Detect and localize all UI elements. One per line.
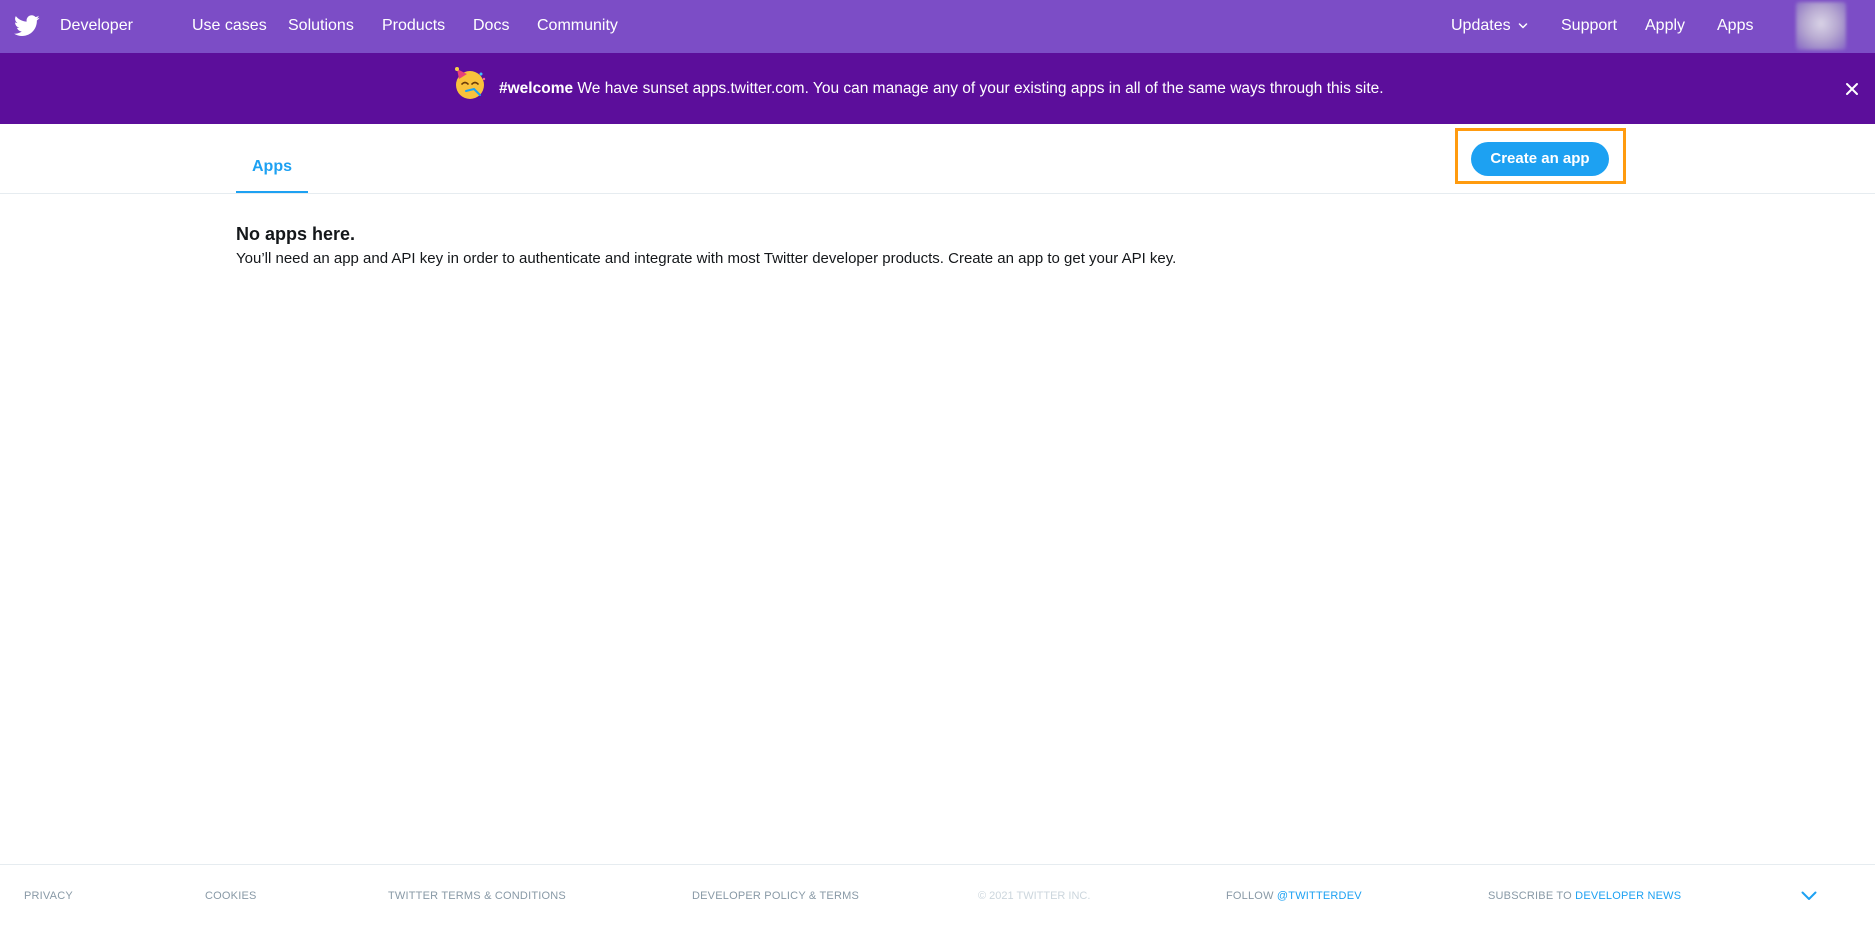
party-face-icon xyxy=(455,67,486,99)
nav-apply[interactable]: Apply xyxy=(1645,17,1685,35)
nav-updates[interactable]: Updates xyxy=(1451,17,1511,35)
footer-cookies[interactable]: Cookies xyxy=(205,890,257,902)
banner-message: #welcome We have sunset apps.twitter.com… xyxy=(499,80,1384,98)
nav-community[interactable]: Community xyxy=(537,17,618,35)
avatar[interactable] xyxy=(1796,2,1846,50)
brand-developer[interactable]: Developer xyxy=(60,17,133,35)
follow-prefix: Follow xyxy=(1226,890,1277,902)
tab-apps[interactable]: Apps xyxy=(236,158,308,193)
footer: Privacy Cookies Twitter Terms & Conditio… xyxy=(0,864,1875,925)
close-icon[interactable] xyxy=(1845,82,1859,96)
banner-text: We have sunset apps.twitter.com. You can… xyxy=(573,80,1384,97)
nav-apps[interactable]: Apps xyxy=(1717,17,1753,35)
nav-solutions[interactable]: Solutions xyxy=(288,17,354,35)
follow-twitterdev-link[interactable]: @TwitterDev xyxy=(1277,890,1362,902)
nav-use-cases[interactable]: Use cases xyxy=(192,17,267,35)
footer-copyright: © 2021 Twitter Inc. xyxy=(978,890,1091,902)
empty-state-title: No apps here. xyxy=(236,224,356,244)
nav-support[interactable]: Support xyxy=(1561,17,1617,35)
twitter-bird-icon[interactable] xyxy=(14,15,40,37)
chevron-down-icon[interactable] xyxy=(1518,22,1528,30)
create-app-button[interactable]: Create an app xyxy=(1471,142,1609,176)
chevron-down-icon[interactable] xyxy=(1801,891,1817,901)
banner-hashtag: #welcome xyxy=(499,80,574,97)
footer-developer-policy[interactable]: Developer Policy & Terms xyxy=(692,890,859,902)
subscribe-prefix: Subscribe to xyxy=(1488,890,1576,902)
nav-products[interactable]: Products xyxy=(382,17,445,35)
footer-terms[interactable]: Twitter Terms & Conditions xyxy=(388,890,566,902)
footer-follow: Follow @TwitterDev xyxy=(1226,890,1362,902)
nav-docs[interactable]: Docs xyxy=(473,17,509,35)
footer-privacy[interactable]: Privacy xyxy=(24,890,73,902)
empty-state-description: You’ll need an app and API key in order … xyxy=(236,250,1177,267)
welcome-banner: #welcome We have sunset apps.twitter.com… xyxy=(0,53,1875,124)
top-navigation: Developer Use cases Solutions Products D… xyxy=(0,0,1875,53)
developer-news-link[interactable]: Developer News xyxy=(1575,890,1681,902)
footer-subscribe: Subscribe to Developer News xyxy=(1488,890,1681,902)
